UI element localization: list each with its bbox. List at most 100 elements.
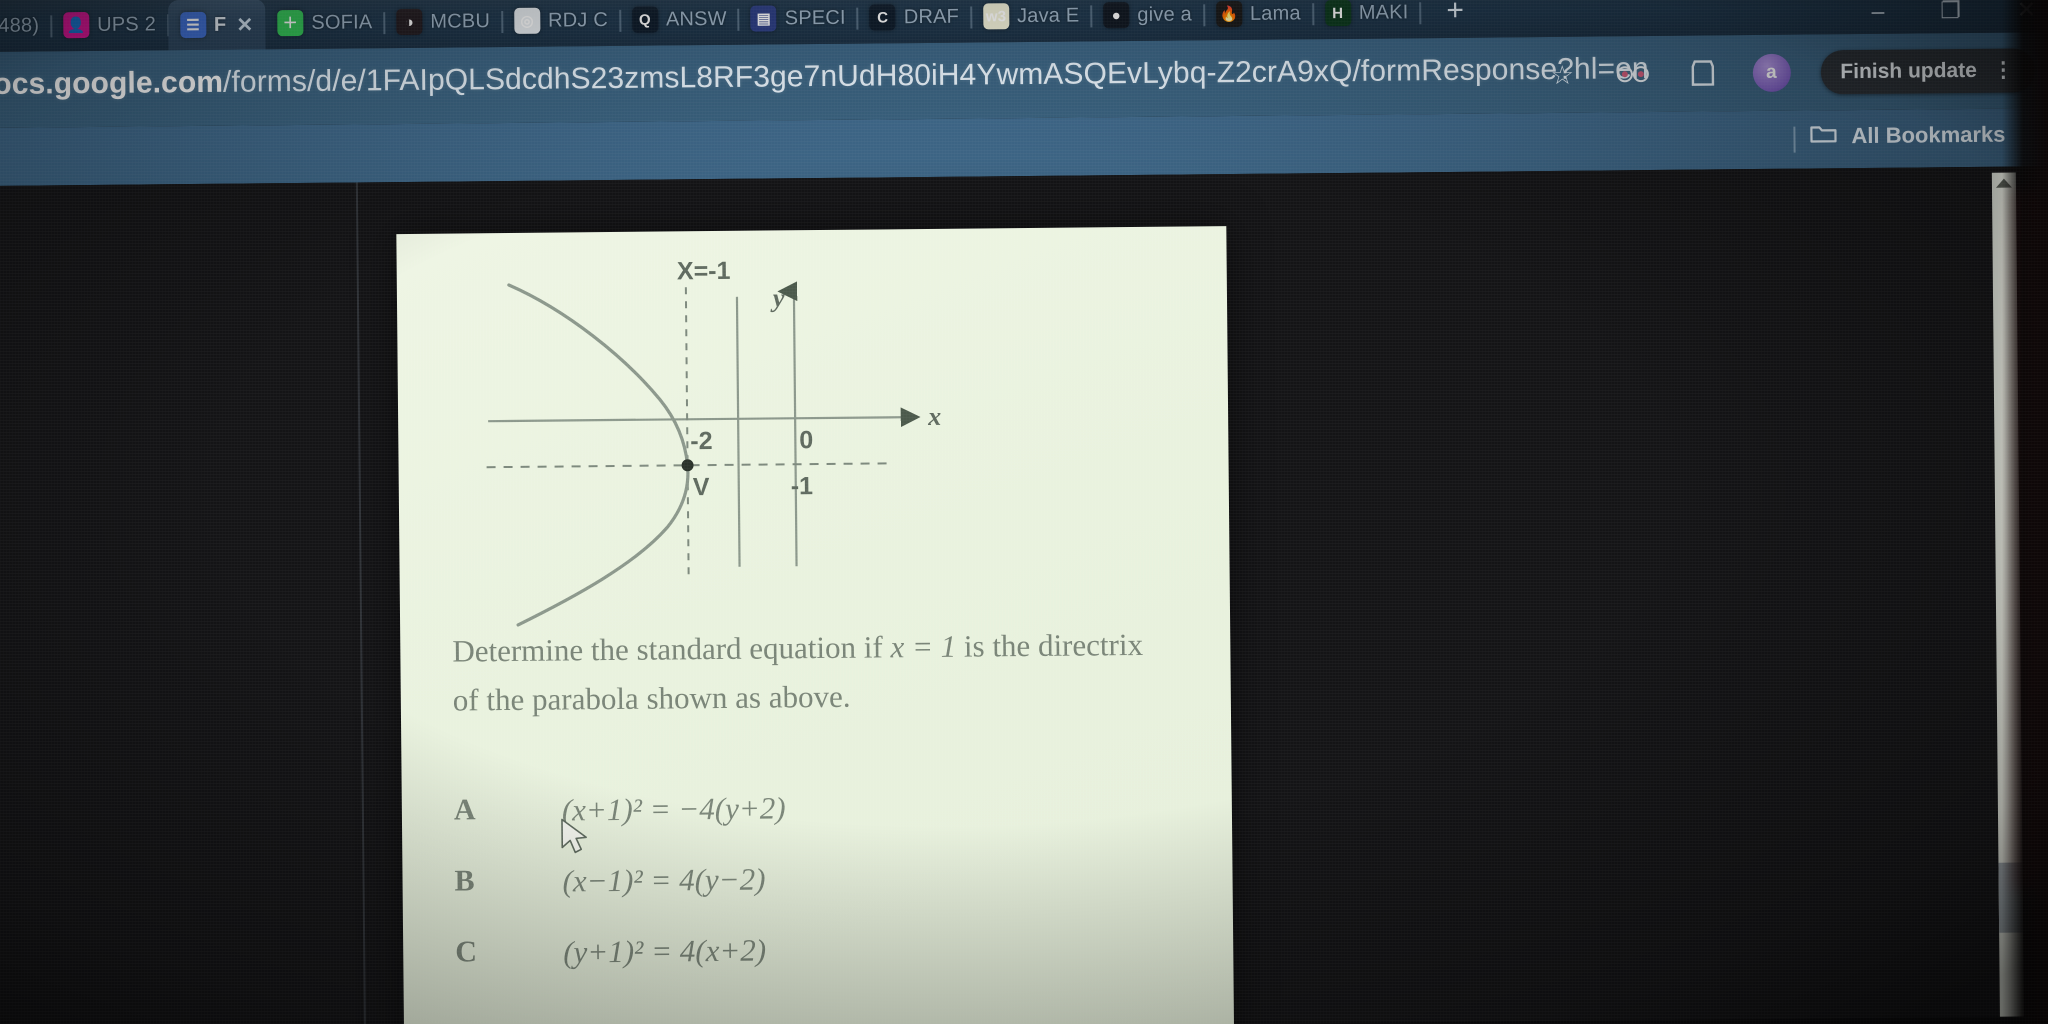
scrollbar-thumb[interactable] <box>1998 862 2024 933</box>
tab-favicon-icon: H <box>1324 0 1351 27</box>
tab-favicon-icon: ◎ <box>513 7 541 34</box>
answer-option-c[interactable]: C (y+1)² = 4(x+2) <box>455 928 1195 971</box>
browser-menu-icon[interactable]: ⋮ <box>1993 58 2015 81</box>
address-bar-url[interactable]: docs.google.com/forms/d/e/1FAIpQLSdcdhS2… <box>0 52 1649 102</box>
all-bookmarks-button[interactable]: All Bookmarks <box>1809 121 2006 151</box>
tab-title: Java E <box>1016 4 1080 27</box>
tick-label-minus-2: -2 <box>690 427 713 455</box>
extensions-svg <box>1691 60 1714 86</box>
tab-title: UPS 2 <box>97 12 157 36</box>
tab-favicon-icon: 👤 <box>63 12 90 39</box>
finish-update-button[interactable]: Finish update ⋮ <box>1820 48 2036 95</box>
tab-close-icon[interactable]: ✕ <box>236 12 253 37</box>
parabola-curve <box>507 283 690 627</box>
browser-tab-2[interactable]: 👤 UPS 2 <box>51 0 170 49</box>
browser-tab-6[interactable]: ◎ RDJ C <box>502 0 622 45</box>
tab-favicon-icon: w3 <box>982 3 1010 30</box>
question-line1-pre: Determine the standard equation if <box>452 629 891 669</box>
page-viewport: X=-1 y x -2 0 -1 V Determine the standar… <box>0 166 2048 1024</box>
form-question-card: X=-1 y x -2 0 -1 V Determine the standar… <box>396 226 1235 1024</box>
url-path: /forms/d/e/1FAIpQLSdcdhS23zmsL8RF3ge7nUd… <box>222 52 1649 99</box>
reading-glasses-icon[interactable] <box>1612 54 1652 94</box>
browser-tab-7[interactable]: Q ANSW <box>620 0 740 44</box>
tab-title: SOFIA <box>311 10 373 34</box>
finish-update-label: Finish update <box>1840 58 1977 84</box>
tab-title: MCBU <box>430 9 491 33</box>
option-equation: (y+1)² = 4(x+2) <box>563 932 767 970</box>
parabola-graph: X=-1 y x -2 0 -1 V <box>396 232 1230 640</box>
vertex-vertical-guide <box>684 287 690 580</box>
browser-tab-9[interactable]: C DRAF <box>858 0 973 42</box>
option-key: B <box>454 864 475 898</box>
url-domain: docs.google.com <box>0 65 224 102</box>
directrix-line <box>735 296 741 567</box>
tab-title: MAKI <box>1358 0 1409 24</box>
x-axis <box>488 407 921 428</box>
extensions-icon[interactable] <box>1682 53 1722 93</box>
tab-favicon-icon: ＋ <box>277 9 304 37</box>
screen-photo: 488) 👤 UPS 2 ☰ F ✕ ＋ SOFIA ◑ MCBU ◎ RDJ C Q ANSW ▤ SPEC… <box>0 0 2048 1024</box>
answer-option-b[interactable]: B (x−1)² = 4(y−2) <box>454 857 1194 900</box>
answer-options-list: A (x+1)² = −4(y+2) B (x−1)² = 4(y−2) C (y+1)²… <box>454 786 1196 1006</box>
answer-option-a[interactable]: A (x+1)² = −4(y+2) <box>454 786 1194 829</box>
parabola-graph-svg: X=-1 y x -2 0 -1 V <box>486 257 941 627</box>
tab-favicon-icon: ◑ <box>396 8 423 36</box>
tab-favicon-icon: 🔥 <box>1215 0 1243 28</box>
question-text: Determine the standard equation if x = 1… <box>452 620 1193 725</box>
y-axis-label: y <box>770 283 785 312</box>
browser-tab-3[interactable]: ☰ F ✕ <box>167 0 266 51</box>
glasses-svg <box>1616 66 1649 83</box>
option-equation: (x−1)² = 4(y−2) <box>562 861 766 899</box>
tab-title: RDJ C <box>547 8 609 32</box>
x-axis-label: x <box>927 402 941 431</box>
option-key: A <box>453 793 476 827</box>
tab-separator <box>1419 2 1422 25</box>
window-controls: – ❐ ✕ <box>1871 0 2036 25</box>
folder-svg <box>1810 126 1837 143</box>
question-line1-post: is the directrix <box>956 626 1144 664</box>
maximize-button[interactable]: ❐ <box>1940 0 1961 24</box>
tab-title: F <box>213 13 227 36</box>
browser-tab-13[interactable]: H MAKI <box>1313 0 1422 37</box>
tab-favicon-icon: ▤ <box>750 5 777 32</box>
directrix-label: X=-1 <box>677 257 731 286</box>
question-line2: of the parabola shown as above. <box>452 678 851 718</box>
tab-favicon-icon: ● <box>1103 2 1130 29</box>
browser-tab-10[interactable]: w3 Java E <box>971 0 1093 41</box>
question-line1-math: x = 1 <box>890 628 957 665</box>
content-left-edge <box>355 182 367 1024</box>
tab-title: DRAF <box>903 5 960 28</box>
vertex-text-label: V <box>693 473 710 501</box>
tab-favicon-icon: C <box>869 4 896 31</box>
scrollbar-up-arrow-icon[interactable] <box>1995 178 2012 188</box>
new-tab-button[interactable]: + <box>1420 0 1490 28</box>
tick-label-origin: 0 <box>799 426 813 454</box>
tab-favicon-icon: ☰ <box>179 11 207 39</box>
tick-label-minus-1: -1 <box>791 472 814 500</box>
browser-tab-4[interactable]: ＋ SOFIA <box>265 0 386 47</box>
browser-tab-8[interactable]: ▤ SPECI <box>739 0 859 43</box>
monitor-screen: 488) 👤 UPS 2 ☰ F ✕ ＋ SOFIA ◑ MCBU ◎ RDJ C Q ANSW ▤ SPEC… <box>0 0 2048 1024</box>
y-axis <box>777 281 798 567</box>
vertex-point <box>681 459 694 472</box>
browser-tab-12[interactable]: 🔥 Lama <box>1204 0 1314 38</box>
tab-favicon-icon: Q <box>631 6 659 33</box>
all-bookmarks-label: All Bookmarks <box>1851 121 2006 149</box>
folder-icon <box>1809 122 1837 150</box>
bookmark-star-icon[interactable]: ☆ <box>1542 55 1582 95</box>
tab-title: give a <box>1137 2 1193 26</box>
close-window-button[interactable]: ✕ <box>2017 0 2037 24</box>
browser-tab-5[interactable]: ◑ MCBU <box>384 0 504 46</box>
profile-avatar[interactable]: a <box>1752 53 1791 93</box>
option-equation: (x+1)² = −4(y+2) <box>561 790 786 828</box>
option-key: C <box>455 935 478 969</box>
browser-tab-11[interactable]: ● give a <box>1091 0 1206 39</box>
omnibox-actions: ☆ a Finish update ⋮ <box>1542 42 2036 103</box>
bookmarks-divider <box>1793 126 1796 153</box>
tab-title: Lama <box>1249 1 1301 25</box>
browser-tab-1[interactable]: 488) <box>0 1 53 50</box>
tab-title: ANSW <box>665 7 727 30</box>
minimize-button[interactable]: – <box>1871 0 1884 25</box>
tab-title: SPECI <box>784 6 846 29</box>
tab-title: 488) <box>0 13 40 37</box>
